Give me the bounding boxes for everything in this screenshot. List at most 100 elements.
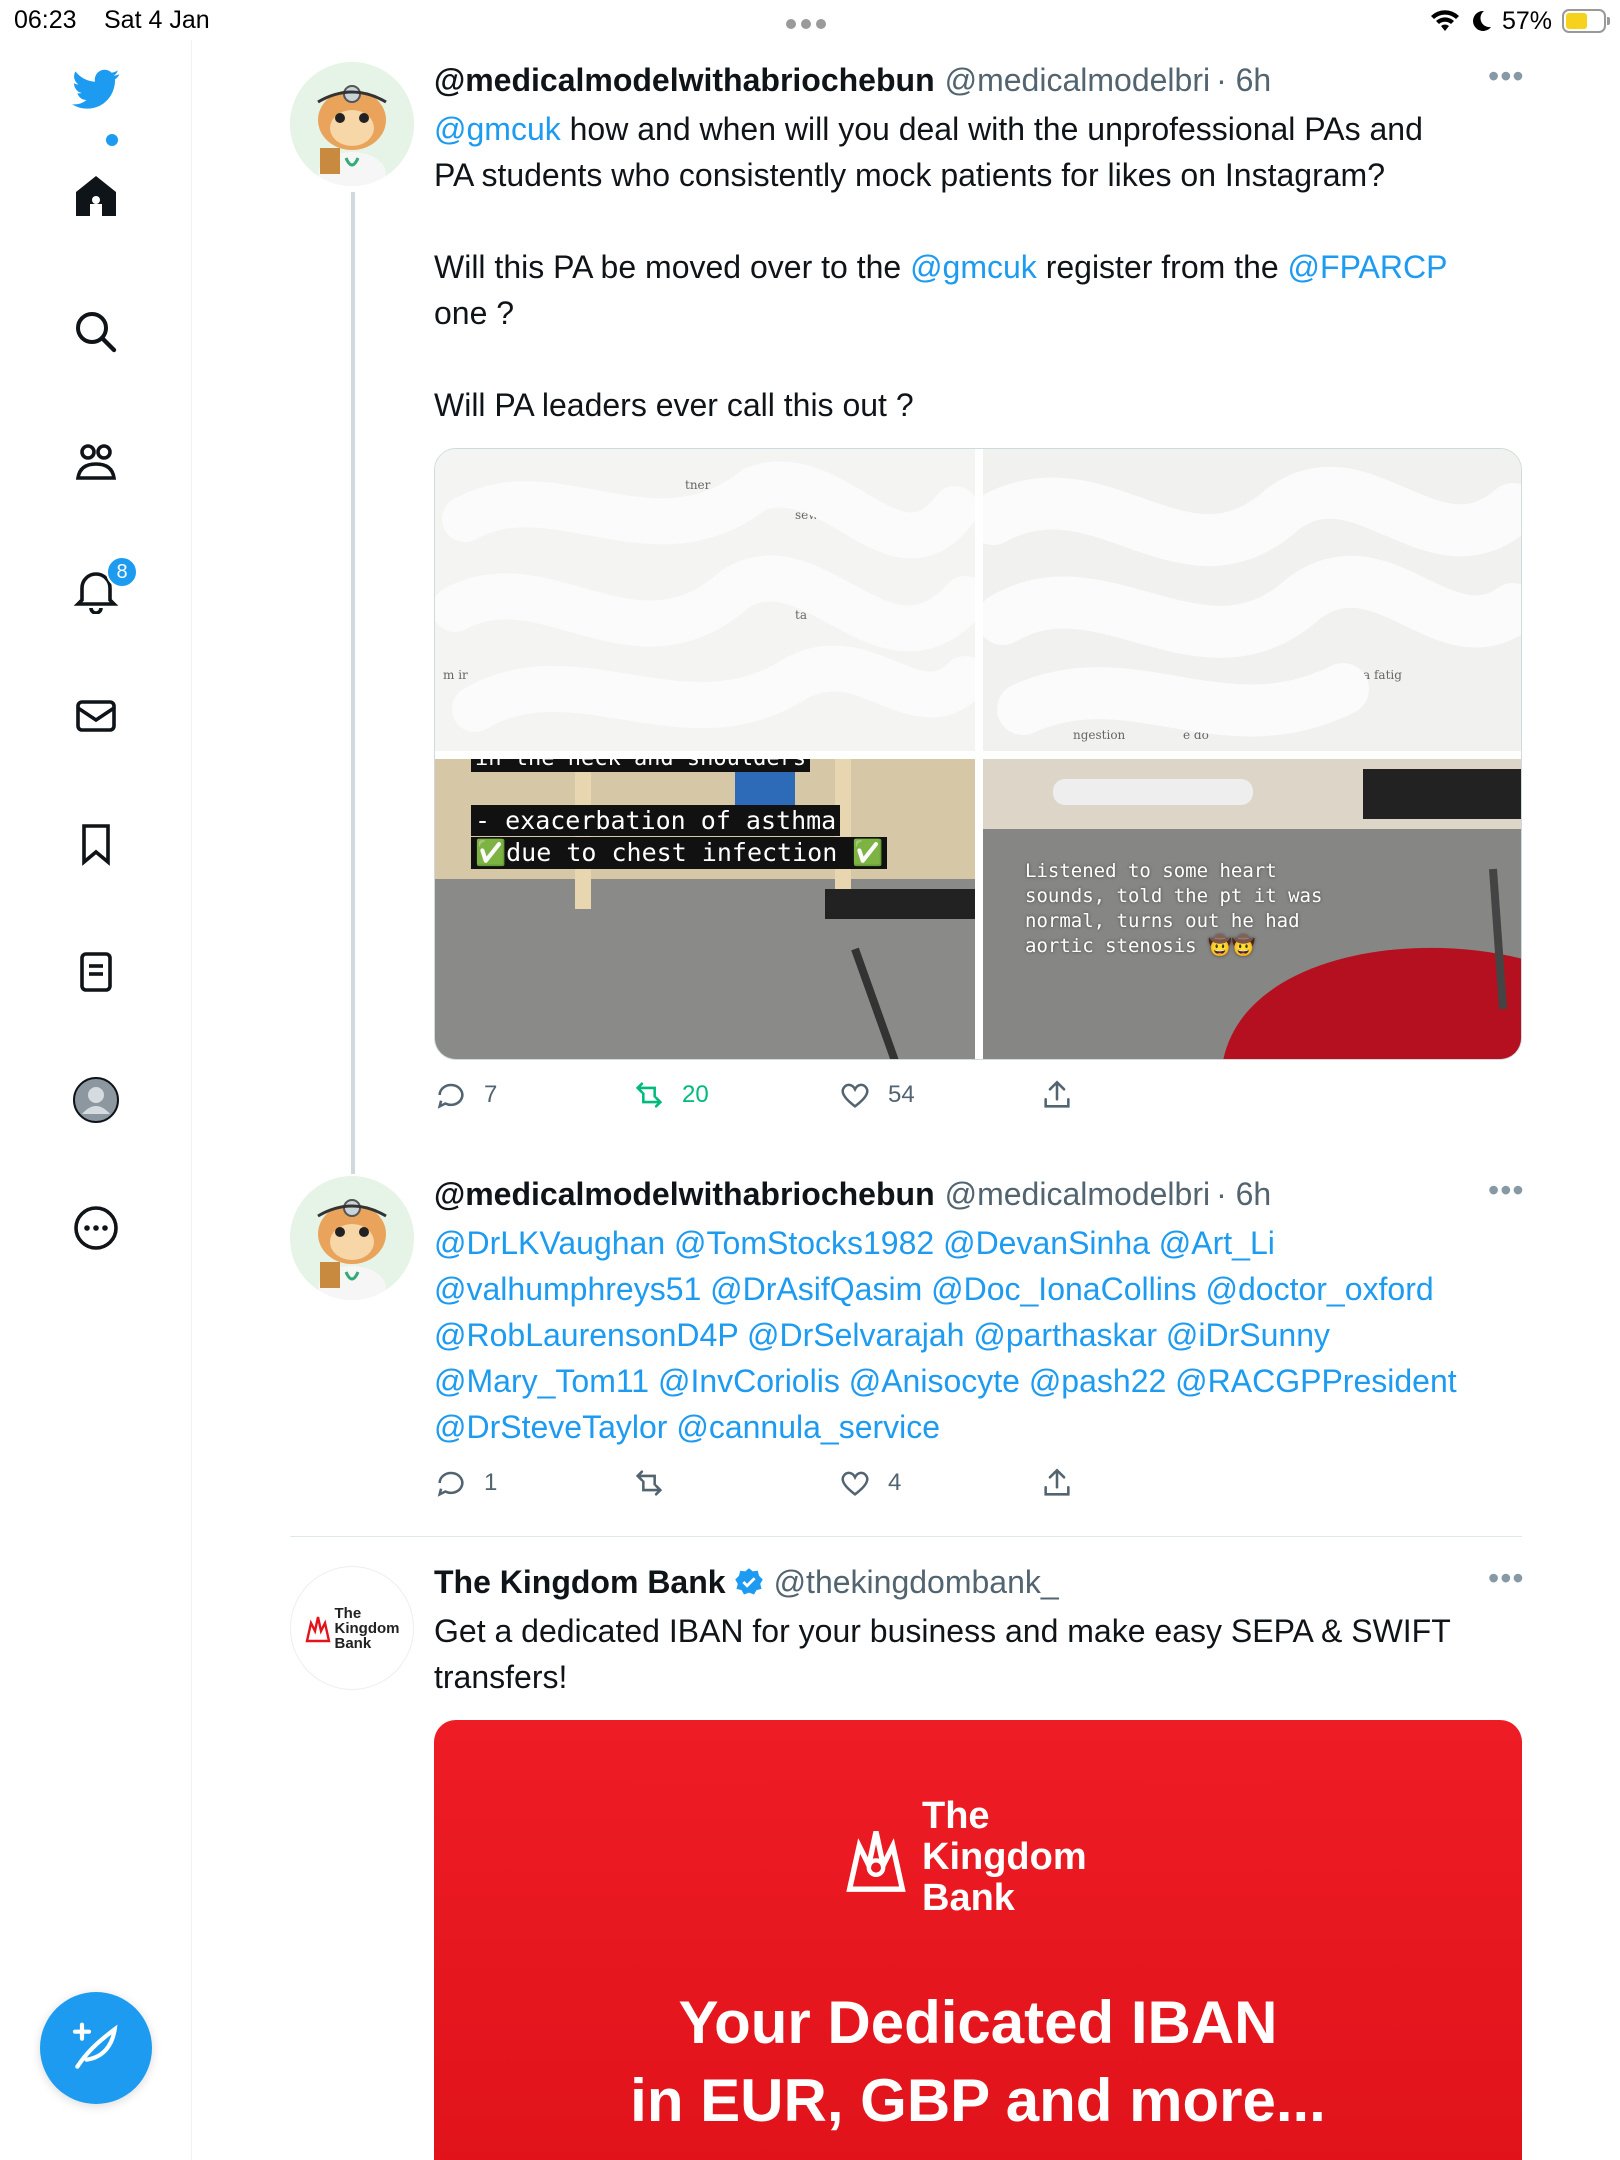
mention-line[interactable]: @DrLKVaughan @TomStocks1982 @DevanSinha … xyxy=(434,1220,1514,1266)
tweet-header: The Kingdom Bank @thekingdombank_ xyxy=(434,1560,1059,1604)
retweet-icon xyxy=(635,1082,663,1108)
wifi-icon xyxy=(1430,10,1459,32)
heart-icon xyxy=(841,1083,869,1108)
tweet-more-icon[interactable]: ••• xyxy=(1488,58,1525,95)
status-time: 06:23 xyxy=(14,6,77,34)
avatar[interactable] xyxy=(290,1176,414,1300)
tweet-text-line: one ? xyxy=(434,295,515,331)
more-options-icon[interactable] xyxy=(70,1202,122,1254)
mention-link[interactable]: @FPARCP xyxy=(1288,249,1448,285)
ad-brand-line: The xyxy=(922,1795,990,1837)
lists-icon[interactable] xyxy=(70,946,122,998)
user-handle[interactable]: @medicalmodelbri xyxy=(945,62,1210,99)
tweet-text-line: how and when will you deal with the unpr… xyxy=(560,111,1423,147)
reply-icon xyxy=(437,1083,464,1109)
media-image[interactable]: eb la a fatig ave ngestion e do xyxy=(983,449,1521,751)
ad-headline-line: in EUR, GBP and more... xyxy=(630,2067,1326,2134)
tweet-text-line: PA students who consistently mock patien… xyxy=(434,157,1385,193)
video-caption: - exacerbation of asthma xyxy=(471,805,841,836)
search-icon[interactable] xyxy=(70,306,122,358)
like-button[interactable]: 54 xyxy=(838,1078,915,1112)
reply-icon xyxy=(437,1471,464,1497)
reply-count: 7 xyxy=(484,1081,498,1108)
share-button[interactable] xyxy=(1040,1466,1074,1500)
home-icon[interactable] xyxy=(70,170,122,222)
multitasking-dots[interactable] xyxy=(786,16,834,29)
retweet-icon xyxy=(635,1470,663,1496)
ad-media-card[interactable]: The Kingdom Bank Your Dedicated IBAN in … xyxy=(434,1720,1522,2160)
mention-link[interactable]: @gmcuk xyxy=(434,111,561,147)
tweet-body: @gmcuk how and when will you deal with t… xyxy=(434,106,1514,428)
status-bar: 06:23 Sat 4 Jan 57% xyxy=(0,0,1620,40)
reply-count: 1 xyxy=(484,1469,498,1496)
messages-icon[interactable] xyxy=(70,690,122,742)
home-unread-dot xyxy=(106,134,118,146)
reply-button[interactable]: 1 xyxy=(434,1466,497,1500)
notifications-badge: 8 xyxy=(106,556,138,588)
kingdom-bank-logo-icon xyxy=(305,1616,330,1643)
moon-icon xyxy=(1472,10,1491,31)
bookmarks-icon[interactable] xyxy=(70,818,122,870)
tweet-more-icon[interactable]: ••• xyxy=(1488,1560,1525,1597)
logo-text: Bank xyxy=(334,1634,372,1652)
media-image[interactable]: • mm ir tner sewhen ngine ta day, ar xyxy=(435,449,975,751)
tweet-more-icon[interactable]: ••• xyxy=(1488,1172,1525,1209)
tweet-text-line: register from the xyxy=(1036,249,1288,285)
svg-text:a fatig: a fatig xyxy=(1363,668,1402,682)
retweet-button[interactable] xyxy=(632,1466,682,1500)
mention-link[interactable]: @gmcuk xyxy=(910,249,1037,285)
avatar[interactable] xyxy=(290,62,414,186)
hamster-doctor-avatar-icon xyxy=(290,1176,414,1300)
user-handle[interactable]: @thekingdombank_ xyxy=(774,1564,1059,1601)
feather-plus-icon xyxy=(72,2022,118,2069)
reply-button[interactable]: 7 xyxy=(434,1078,497,1112)
tweet-header: @medicalmodelwithabriochebun @medicalmod… xyxy=(434,1172,1271,1216)
media-image[interactable]: in the neck and shoulders - exacerbation… xyxy=(435,759,975,1059)
svg-text:tner: tner xyxy=(685,478,711,492)
tweet-text-line: Will PA leaders ever call this out ? xyxy=(434,387,914,423)
logo-text: Kingdom xyxy=(334,1619,400,1637)
retweet-button[interactable]: 20 xyxy=(632,1078,709,1112)
battery-percent: 57% xyxy=(1501,6,1552,35)
advertiser-avatar[interactable]: The Kingdom Bank xyxy=(290,1566,414,1690)
verified-badge-icon xyxy=(734,1567,764,1597)
user-handle[interactable]: @medicalmodelbri xyxy=(945,1176,1210,1213)
tweet-body: Get a dedicated IBAN for your business a… xyxy=(434,1608,1514,1700)
share-icon xyxy=(1044,1468,1070,1496)
share-icon xyxy=(1044,1080,1070,1108)
video-caption: ✅due to chest infection ✅ xyxy=(471,837,888,869)
display-name[interactable]: @medicalmodelwithabriochebun xyxy=(434,1176,935,1213)
tweet-header: @medicalmodelwithabriochebun @medicalmod… xyxy=(434,58,1271,102)
twitter-logo-icon[interactable] xyxy=(70,62,122,114)
profile-avatar-icon[interactable] xyxy=(70,1074,122,1126)
video-caption: in the neck and shoulders xyxy=(471,759,811,772)
retweet-count: 20 xyxy=(682,1081,709,1108)
ad-headline: Your Dedicated IBAN in EUR, GBP and more… xyxy=(434,1984,1522,2140)
display-name[interactable]: The Kingdom Bank xyxy=(434,1564,726,1601)
like-button[interactable]: 4 xyxy=(838,1466,901,1500)
tweet-time[interactable]: · 6h xyxy=(1216,1176,1271,1213)
ad-brand-line: Bank xyxy=(922,1877,1015,1919)
mention-line[interactable]: @DrSteveTaylor @cannula_service xyxy=(434,1404,1514,1450)
mention-line[interactable]: @valhumphreys51 @DrAsifQasim @Doc_IonaCo… xyxy=(434,1266,1514,1312)
tweet-time[interactable]: · 6h xyxy=(1216,62,1271,99)
compose-tweet-button[interactable] xyxy=(40,1992,152,2104)
media-image[interactable]: Listened to some heart sounds, told the … xyxy=(983,759,1521,1059)
scribbled-out-document: eb laa fatigavengestion e do xyxy=(983,466,1521,742)
mention-line[interactable]: @Mary_Tom11 @InvCoriolis @Anisocyte @pas… xyxy=(434,1358,1514,1404)
status-right: 57% xyxy=(1430,6,1610,36)
tweet-media-grid[interactable]: • mm ir tner sewhen ngine ta day, ar eb la a fa… xyxy=(434,448,1522,1060)
communities-icon[interactable] xyxy=(70,436,122,488)
tweet-text-line: transfers! xyxy=(434,1659,568,1695)
mention-line[interactable]: @RobLaurensonD4P @DrSelvarajah @parthask… xyxy=(434,1312,1514,1358)
tweet-actions: 1 4 xyxy=(434,1466,1514,1510)
ad-headline-line: Your Dedicated IBAN xyxy=(678,1989,1278,2056)
display-name[interactable]: @medicalmodelwithabriochebun xyxy=(434,62,935,99)
kingdom-bank-logo-icon xyxy=(846,1830,906,1892)
video-caption: Listened to some heart sounds, told the … xyxy=(1025,860,1323,957)
like-count: 4 xyxy=(888,1469,902,1496)
share-button[interactable] xyxy=(1040,1078,1074,1112)
ad-brand-line: Kingdom xyxy=(922,1836,1087,1878)
logo-text: The xyxy=(334,1604,362,1622)
battery-icon xyxy=(1562,9,1610,33)
